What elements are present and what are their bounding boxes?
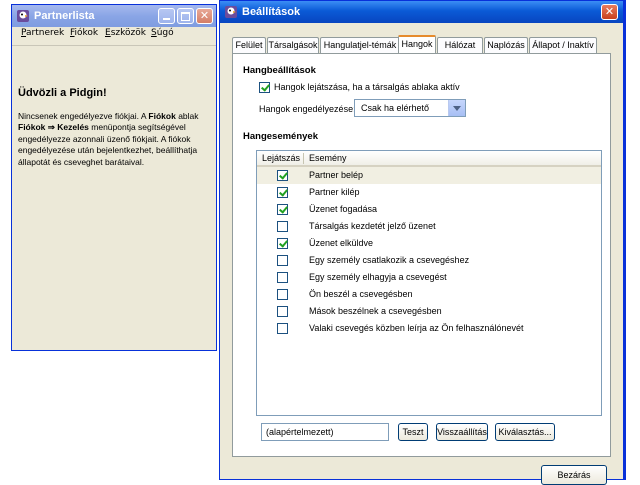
tab-halozat[interactable]: Hálózat	[437, 37, 483, 53]
event-play-checkbox[interactable]	[277, 323, 288, 334]
table-row[interactable]: Partner kilép	[257, 184, 601, 201]
event-play-checkbox[interactable]	[277, 170, 288, 181]
menu-sugo[interactable]: Súgó	[151, 28, 174, 38]
enable-sounds-label: Hangok engedélyezése:	[259, 104, 356, 114]
table-row[interactable]: Üzenet elküldve	[257, 235, 601, 252]
event-play-checkbox[interactable]	[277, 289, 288, 300]
maximize-icon	[181, 12, 190, 21]
event-label: Egy személy csatlakozik a csevegéshez	[309, 255, 470, 265]
close-icon: ✕	[604, 5, 615, 18]
maximize-button[interactable]	[177, 8, 194, 24]
sound-settings-heading: Hangbeállítások	[243, 65, 316, 76]
tab-felulet[interactable]: Felület	[232, 37, 266, 53]
table-row[interactable]: Egy személy csatlakozik a csevegéshez	[257, 252, 601, 269]
event-label: Egy személy elhagyja a csevegést	[309, 272, 447, 282]
table-row[interactable]: Egy személy elhagyja a csevegést	[257, 269, 601, 286]
sound-file-field[interactable]: (alapértelmezett)	[261, 423, 389, 441]
event-play-checkbox[interactable]	[277, 255, 288, 266]
column-separator[interactable]	[303, 153, 304, 164]
play-when-focused-checkbox[interactable]	[259, 82, 270, 93]
event-play-checkbox[interactable]	[277, 238, 288, 249]
choose-button[interactable]: Kiválasztás...	[495, 423, 555, 441]
reset-button[interactable]: Visszaállítás	[436, 423, 488, 441]
buddy-list-window: Partnerlista ✕ Partnerek Fiókok Eszközök…	[11, 4, 217, 351]
table-row[interactable]: Ön beszél a csevegésben	[257, 286, 601, 303]
buddy-list-title: Partnerlista	[34, 10, 95, 22]
close-button[interactable]: ✕	[196, 8, 213, 24]
event-label: Partner belép	[309, 170, 364, 180]
list-header: Lejátszás Esemény	[257, 151, 601, 167]
test-button[interactable]: Teszt	[398, 423, 428, 441]
pidgin-icon	[225, 6, 237, 18]
preferences-title: Beállítások	[242, 6, 301, 18]
event-label: Társalgás kezdetét jelző üzenet	[309, 221, 436, 231]
welcome-text: Nincsenek engedélyezve fiókjai. A Fiókok…	[18, 111, 199, 167]
sound-events-list[interactable]: Lejátszás Esemény Partner belép Partner k…	[256, 150, 602, 416]
event-label: Partner kilép	[309, 187, 360, 197]
minimize-button[interactable]	[158, 8, 175, 24]
event-play-checkbox[interactable]	[277, 204, 288, 215]
menu-fiokok[interactable]: Fiókok	[70, 28, 98, 38]
event-label: Ön beszél a csevegésben	[309, 289, 413, 299]
tab-tarsalgasok[interactable]: Társalgások	[267, 37, 319, 53]
tab-hangok[interactable]: Hangok	[398, 35, 436, 54]
column-header-play[interactable]: Lejátszás	[262, 153, 300, 163]
event-play-checkbox[interactable]	[277, 187, 288, 198]
enable-sounds-select[interactable]: Csak ha elérhető	[354, 99, 466, 117]
event-label: Üzenet fogadása	[309, 204, 378, 214]
menu-eszkozok[interactable]: Eszközök	[105, 28, 146, 38]
pidgin-icon	[17, 10, 29, 22]
table-row[interactable]: Társalgás kezdetét jelző üzenet	[257, 218, 601, 235]
event-label: Valaki csevegés közben leírja az Ön felh…	[309, 323, 524, 333]
table-row[interactable]: Mások beszélnek a csevegésben	[257, 303, 601, 320]
tab-allapot-inaktiv[interactable]: Állapot / Inaktív	[529, 37, 597, 53]
play-when-focused-label[interactable]: Hangok lejátszása, ha a társalgás ablaka…	[274, 82, 460, 92]
minimize-icon	[163, 18, 170, 20]
event-play-checkbox[interactable]	[277, 306, 288, 317]
preferences-titlebar[interactable]: Beállítások ✕	[220, 1, 623, 23]
event-label: Üzenet elküldve	[309, 238, 374, 248]
column-header-event[interactable]: Esemény	[309, 153, 347, 163]
table-row[interactable]: Valaki csevegés közben leírja az Ön felh…	[257, 320, 601, 337]
event-play-checkbox[interactable]	[277, 221, 288, 232]
close-dialog-button[interactable]: Bezárás	[541, 465, 607, 485]
table-row[interactable]: Partner belép	[257, 167, 601, 184]
menu-partnerek[interactable]: Partnerek	[21, 28, 64, 38]
table-row[interactable]: Üzenet fogadása	[257, 201, 601, 218]
event-play-checkbox[interactable]	[277, 272, 288, 283]
sound-events-heading: Hangesemények	[243, 131, 318, 142]
enable-sounds-value: Csak ha elérhető	[361, 103, 430, 113]
tab-hangulatjel-temak[interactable]: Hangulatjel-témák	[320, 37, 400, 53]
welcome-heading: Üdvözli a Pidgin!	[18, 87, 107, 99]
close-icon: ✕	[199, 9, 210, 22]
buddy-list-titlebar[interactable]: Partnerlista ✕	[12, 5, 216, 27]
chevron-down-icon[interactable]	[448, 100, 465, 116]
event-label: Mások beszélnek a csevegésben	[309, 306, 442, 316]
close-button[interactable]: ✕	[601, 4, 618, 20]
tab-naplozas[interactable]: Naplózás	[484, 37, 528, 53]
